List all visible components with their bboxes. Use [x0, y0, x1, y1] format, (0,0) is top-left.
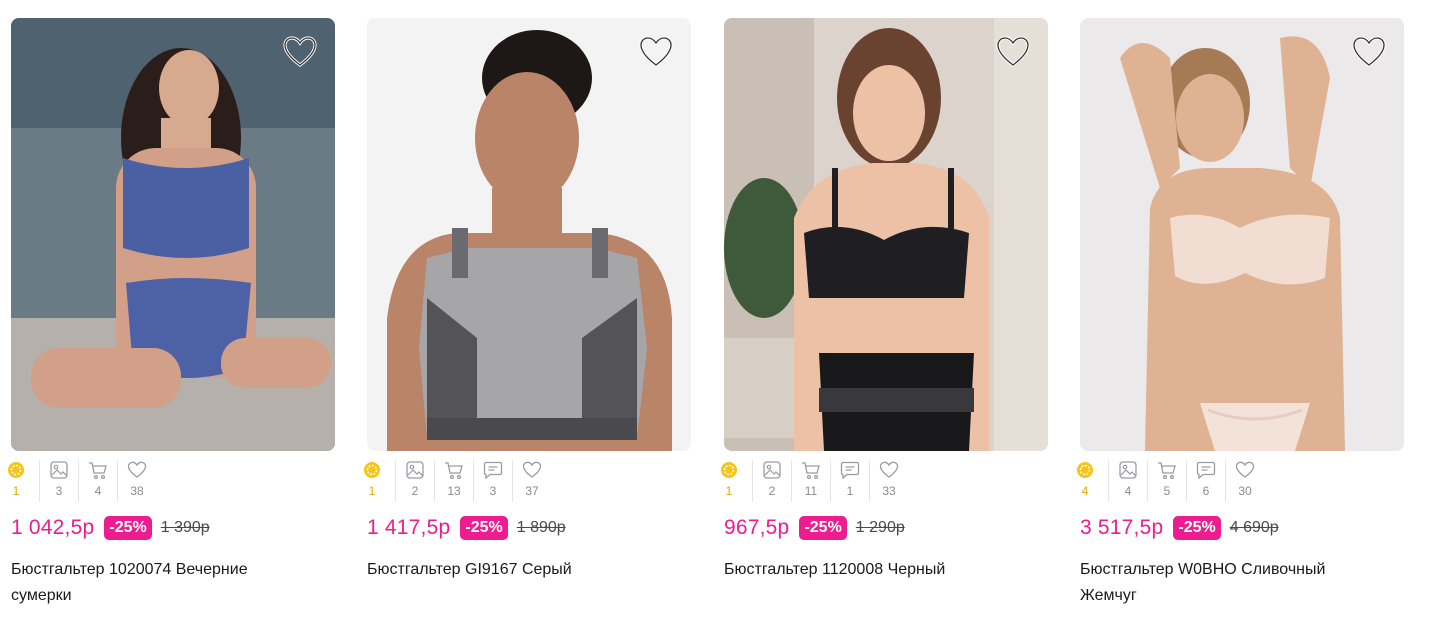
photo-icon — [405, 460, 425, 480]
coin-icon — [1075, 460, 1095, 480]
current-price: 3 517,5р — [1080, 516, 1164, 539]
product-card[interactable]: 4 4 5 6 30 3 517,5р -25% 4 690р Бюстгаль… — [1077, 18, 1404, 609]
coin-count: 4 — [1081, 484, 1089, 498]
product-card[interactable]: 1 3 4 38 1 042,5р -25% 1 390р Бюстгальте… — [8, 18, 335, 609]
price-row: 1 042,5р -25% 1 390р — [11, 513, 335, 543]
current-price: 1 042,5р — [11, 516, 95, 539]
reviews-count: 6 — [1202, 484, 1210, 498]
price-row: 967,5р -25% 1 290р — [724, 513, 1048, 543]
product-photo[interactable] — [367, 18, 691, 451]
reviews-stat[interactable]: 1 — [830, 460, 869, 502]
likes-count: 37 — [525, 484, 539, 498]
coin-icon — [719, 460, 739, 480]
likes-count: 33 — [882, 484, 896, 498]
coin-stat: 4 — [1077, 460, 1099, 502]
coin-stat: 1 — [364, 460, 386, 502]
product-stats: 1 2 11 1 33 — [721, 460, 1048, 502]
photo-icon — [1118, 460, 1138, 480]
coin-count: 1 — [725, 484, 733, 498]
product-title[interactable]: Бюстгальтер 1120008 Черный — [724, 557, 1024, 583]
product-stats: 1 2 13 3 37 — [364, 460, 691, 502]
product-image-grey-sport-bra — [367, 18, 691, 451]
coin-stat: 1 — [721, 460, 743, 502]
product-grid: 1 3 4 38 1 042,5р -25% 1 390р Бюстгальте… — [0, 0, 1437, 621]
photos-count: 2 — [768, 484, 776, 498]
heart-outline-icon — [1235, 460, 1255, 480]
cart-icon — [444, 460, 464, 480]
product-photo[interactable] — [1080, 18, 1404, 451]
comment-icon — [1196, 460, 1216, 480]
product-photo[interactable] — [724, 18, 1048, 451]
photo-icon — [762, 460, 782, 480]
cart-count: 13 — [447, 484, 461, 498]
likes-count: 30 — [1238, 484, 1252, 498]
photos-count: 4 — [1124, 484, 1132, 498]
cart-stat[interactable]: 5 — [1147, 460, 1186, 502]
likes-count: 38 — [130, 484, 144, 498]
photos-stat[interactable]: 2 — [752, 460, 791, 502]
product-stats: 4 4 5 6 30 — [1077, 460, 1404, 502]
current-price: 967,5р — [724, 516, 790, 539]
cart-icon — [1157, 460, 1177, 480]
favorite-heart-icon[interactable] — [1351, 34, 1387, 68]
discount-badge: -25% — [799, 516, 847, 540]
coin-stat: 1 — [8, 460, 30, 502]
cart-count: 5 — [1163, 484, 1171, 498]
price-row: 3 517,5р -25% 4 690р — [1080, 513, 1404, 543]
old-price: 1 290р — [855, 519, 905, 536]
coin-icon — [362, 460, 382, 480]
cart-stat[interactable]: 13 — [434, 460, 473, 502]
comment-icon — [840, 460, 860, 480]
photos-stat[interactable]: 2 — [395, 460, 434, 502]
reviews-stat[interactable]: 6 — [1186, 460, 1225, 502]
discount-badge: -25% — [460, 516, 508, 540]
product-card[interactable]: 1 2 11 1 33 967,5р -25% 1 290р Бюстгальт… — [721, 18, 1048, 583]
coin-count: 1 — [12, 484, 20, 498]
heart-outline-icon — [879, 460, 899, 480]
discount-badge: -25% — [104, 516, 152, 540]
old-price: 1 890р — [516, 519, 566, 536]
cart-icon — [88, 460, 108, 480]
photo-icon — [49, 460, 69, 480]
cart-icon — [801, 460, 821, 480]
product-stats: 1 3 4 38 — [8, 460, 335, 502]
cart-count: 11 — [804, 484, 818, 498]
cart-stat[interactable]: 11 — [791, 460, 830, 502]
product-image-blue-bra — [11, 18, 335, 451]
cart-count: 4 — [94, 484, 102, 498]
likes-stat[interactable]: 30 — [1225, 460, 1264, 502]
comment-icon — [483, 460, 503, 480]
discount-badge: -25% — [1173, 516, 1221, 540]
cart-stat[interactable]: 4 — [78, 460, 117, 502]
coin-count: 1 — [368, 484, 376, 498]
reviews-count: 1 — [846, 484, 854, 498]
photos-count: 3 — [55, 484, 63, 498]
old-price: 4 690р — [1229, 519, 1279, 536]
favorite-heart-icon[interactable] — [638, 34, 674, 68]
likes-stat[interactable]: 38 — [117, 460, 156, 502]
reviews-stat[interactable]: 3 — [473, 460, 512, 502]
product-title[interactable]: Бюстгальтер W0BHO Сливочный Жемчуг — [1080, 557, 1380, 609]
product-image-black-bra — [724, 18, 1048, 451]
heart-outline-icon — [127, 460, 147, 480]
product-image-cream-strapless-bra — [1080, 18, 1404, 451]
reviews-count: 3 — [489, 484, 497, 498]
photos-stat[interactable]: 3 — [39, 460, 78, 502]
product-title[interactable]: Бюстгальтер GI9167 Серый — [367, 557, 667, 583]
likes-stat[interactable]: 37 — [512, 460, 551, 502]
photos-stat[interactable]: 4 — [1108, 460, 1147, 502]
product-card[interactable]: 1 2 13 3 37 1 417,5р -25% 1 890р Бюстгал… — [364, 18, 691, 583]
favorite-heart-icon[interactable] — [282, 34, 318, 68]
coin-icon — [6, 460, 26, 480]
heart-outline-icon — [522, 460, 542, 480]
product-title[interactable]: Бюстгальтер 1020074 Вечерние сумерки — [11, 557, 311, 609]
old-price: 1 390р — [160, 519, 210, 536]
photos-count: 2 — [411, 484, 419, 498]
product-photo[interactable] — [11, 18, 335, 451]
price-row: 1 417,5р -25% 1 890р — [367, 513, 691, 543]
current-price: 1 417,5р — [367, 516, 451, 539]
likes-stat[interactable]: 33 — [869, 460, 908, 502]
favorite-heart-icon[interactable] — [995, 34, 1031, 68]
